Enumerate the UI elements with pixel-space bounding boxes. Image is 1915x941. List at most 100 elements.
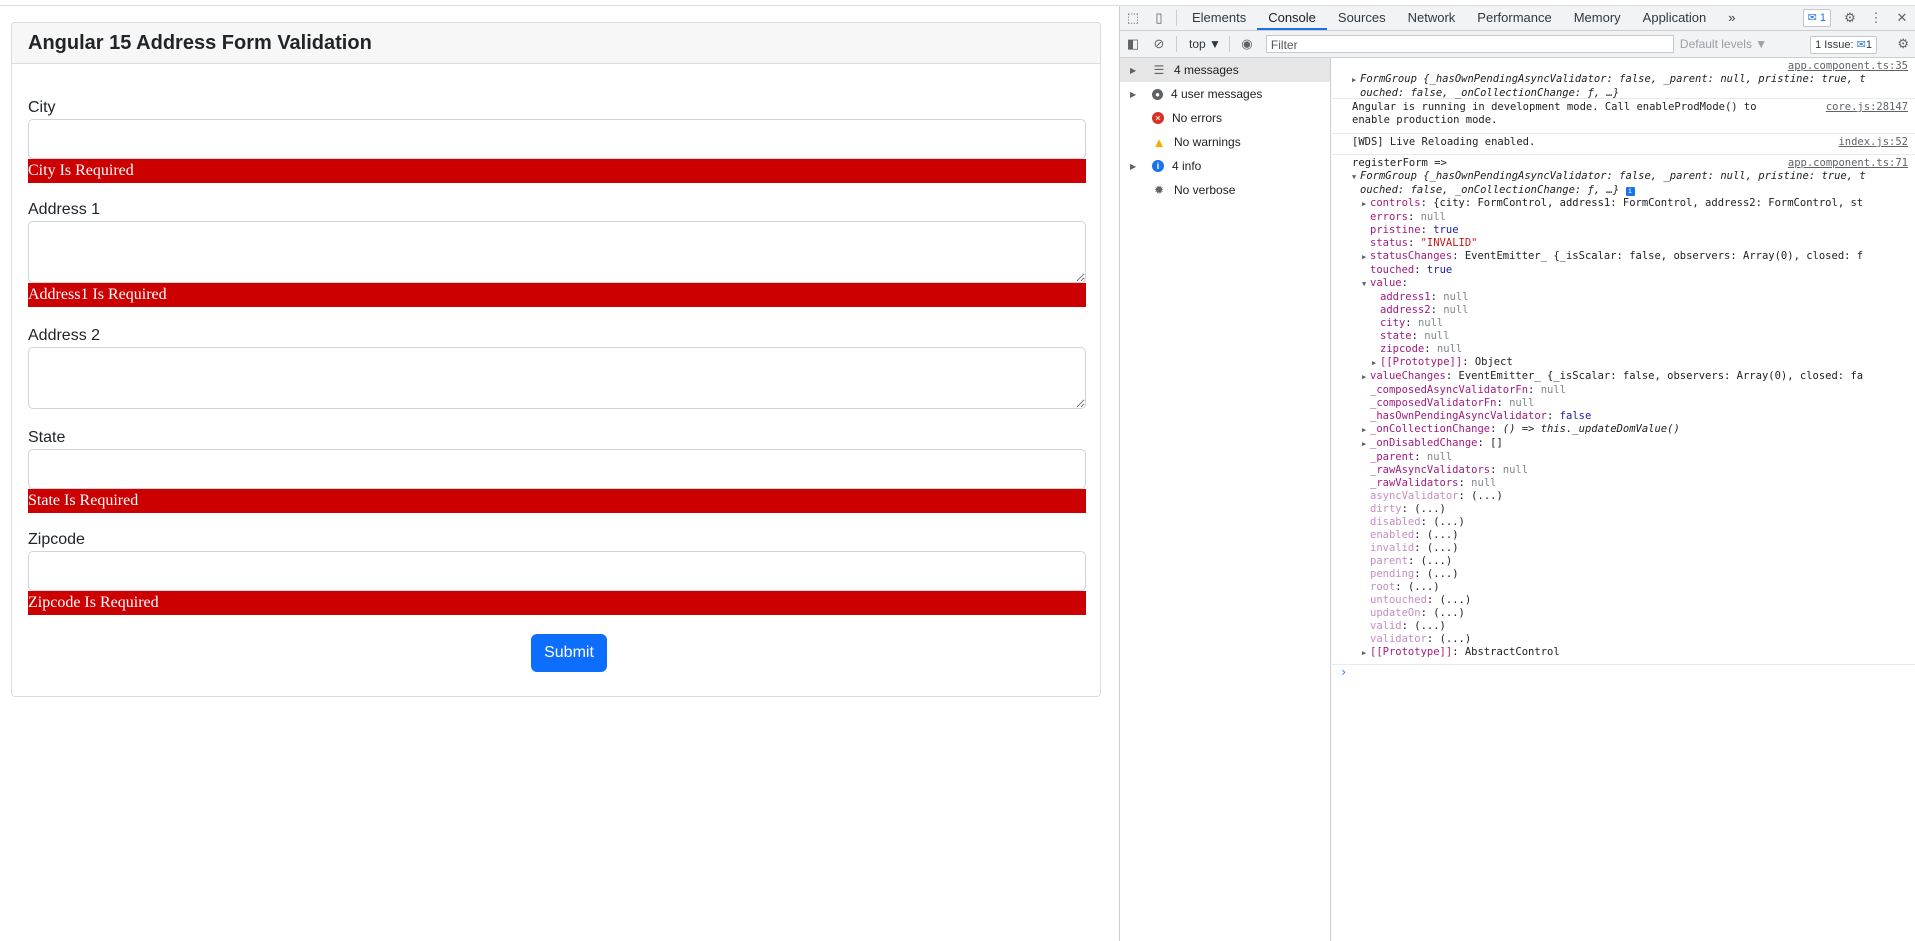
more-tabs-button[interactable]: »: [1717, 6, 1746, 30]
devtools-right-controls: ✉ 1 ⚙ ⋮ ✕: [1802, 6, 1915, 30]
context-selector[interactable]: top ▼: [1185, 37, 1225, 51]
console-settings-gear-icon[interactable]: ⚙: [1897, 36, 1909, 52]
property-value: null: [1443, 291, 1469, 303]
source-link[interactable]: app.component.ts:35: [1788, 60, 1908, 73]
filter-input[interactable]: Filter: [1265, 35, 1674, 53]
toolbar-separator: [1228, 36, 1230, 52]
source-link[interactable]: core.js:28147: [1826, 101, 1908, 114]
property-key: city: [1380, 317, 1406, 329]
source-link[interactable]: index.js:52: [1838, 136, 1908, 149]
property-value: true: [1433, 224, 1459, 236]
address1-field-group: Address 1 Address1 Is Required: [28, 199, 1086, 307]
object-property-row: address2: null: [1352, 304, 1912, 317]
city-input[interactable]: [28, 119, 1086, 159]
property-colon: :: [1411, 330, 1425, 342]
object-property-row[interactable]: ▶ statusChanges: EventEmitter_ {_isScalar…: [1352, 250, 1912, 264]
object-properties: ▶ controls: {city: FormControl, address1:…: [1352, 197, 1912, 660]
property-key: _composedAsyncValidatorFn: [1370, 384, 1529, 396]
sidebar-item-verbose[interactable]: ✹ No verbose: [1120, 178, 1330, 202]
device-toolbar-icon[interactable]: ▯: [1146, 6, 1172, 30]
console-prompt[interactable]: ›: [1330, 665, 1915, 679]
messages-badge[interactable]: ✉ 1: [1802, 9, 1831, 27]
object-property-row: validator: (...): [1352, 633, 1912, 646]
expand-arrow-icon: ▶: [1362, 253, 1367, 261]
property-colon: :: [1424, 343, 1437, 355]
property-colon: :: [1547, 410, 1560, 422]
property-value: (...): [1426, 529, 1459, 541]
property-colon: :: [1420, 607, 1434, 619]
sidebar-item-errors[interactable]: ✕ No errors: [1120, 106, 1330, 130]
property-value: null: [1426, 451, 1453, 463]
sidebar-item-label: 4 info: [1172, 159, 1202, 173]
property-value: (...): [1439, 633, 1472, 645]
object-property-row[interactable]: ▼ value:: [1352, 277, 1912, 291]
message-icon: ✉: [1807, 12, 1817, 24]
object-property-row[interactable]: ▶ controls: {city: FormControl, address1:…: [1352, 197, 1912, 211]
sidebar-item-messages[interactable]: ▶ ☰ 4 messages: [1120, 58, 1330, 82]
property-colon: :: [1401, 620, 1415, 632]
expand-arrow-icon: ▶: [1130, 161, 1137, 171]
issues-button[interactable]: 1 Issue: ✉1: [1810, 36, 1877, 54]
state-input[interactable]: [28, 449, 1086, 489]
expand-arrow-icon: ▶: [1362, 373, 1367, 381]
clear-console-icon[interactable]: ⊘: [1146, 32, 1172, 56]
object-property-row[interactable]: ▶ _onDisabledChange: []: [1352, 437, 1912, 451]
tab-network[interactable]: Network: [1397, 6, 1467, 30]
devtools-panel: ⬚ ▯ Elements Console Sources Network Per…: [1119, 6, 1915, 941]
submit-button[interactable]: Submit: [531, 634, 607, 672]
console-message: index.js:52 [WDS] Live Reloading enabled…: [1330, 134, 1915, 155]
tab-application[interactable]: Application: [1632, 6, 1718, 30]
property-value: (...): [1433, 516, 1465, 528]
settings-gear-icon[interactable]: ⚙: [1837, 6, 1863, 30]
console-output: app.component.ts:35 ▶ FormGroup {_hasOwnP…: [1330, 58, 1915, 941]
property-value: null: [1417, 317, 1444, 329]
source-link[interactable]: app.component.ts:71: [1788, 157, 1908, 170]
expand-arrow-icon: ▶: [1130, 65, 1137, 75]
card-header: Angular 15 Address Form Validation: [12, 23, 1100, 64]
object-property-row[interactable]: ▶ _onCollectionChange: () => this._update…: [1352, 423, 1912, 437]
property-value: (...): [1471, 490, 1503, 502]
sidebar-item-info[interactable]: ▶ i 4 info: [1120, 154, 1330, 178]
tab-sources[interactable]: Sources: [1327, 6, 1397, 30]
tab-console[interactable]: Console: [1257, 6, 1327, 30]
property-colon: :: [1414, 568, 1427, 580]
address1-textarea[interactable]: [28, 221, 1086, 283]
sidebar-toggle-icon[interactable]: ◧: [1120, 32, 1146, 56]
sidebar-item-warnings[interactable]: ▲ No warnings: [1120, 130, 1330, 154]
zipcode-input[interactable]: [28, 551, 1086, 591]
log-levels-dropdown[interactable]: Default levels ▼: [1680, 37, 1767, 51]
tab-elements[interactable]: Elements: [1181, 6, 1257, 30]
console-object-line[interactable]: ▼ FormGroup {_hasOwnPendingAsyncValidator…: [1352, 170, 1912, 184]
object-property-row[interactable]: ▶ [[Prototype]]: Object: [1352, 356, 1912, 370]
tab-performance[interactable]: Performance: [1466, 6, 1562, 30]
console-message: core.js:28147 Angular is running in deve…: [1330, 99, 1915, 134]
live-expression-eye-icon[interactable]: ◉: [1234, 32, 1260, 56]
object-property-row: parent: (...): [1352, 555, 1912, 568]
page-title: Angular 15 Address Form Validation: [28, 31, 372, 54]
sidebar-item-label: 4 user messages: [1171, 87, 1263, 101]
info-icon[interactable]: i: [1625, 187, 1635, 196]
sidebar-item-user-messages[interactable]: ▶ ● 4 user messages: [1120, 82, 1330, 106]
warning-icon: ▲: [1152, 134, 1166, 150]
expand-arrow-icon: ▶: [1130, 89, 1137, 99]
object-property-row: status: "INVALID": [1352, 237, 1912, 250]
object-property-row[interactable]: ▶ [[Prototype]]: AbstractControl: [1352, 646, 1912, 660]
tab-memory[interactable]: Memory: [1563, 6, 1632, 30]
object-property-row[interactable]: ▶ valueChanges: EventEmitter_ {_isScalar:…: [1352, 370, 1912, 384]
close-icon[interactable]: ✕: [1889, 6, 1915, 30]
state-error: State Is Required: [28, 489, 1086, 513]
object-property-row: disabled: (...): [1352, 516, 1912, 529]
kebab-menu-icon[interactable]: ⋮: [1863, 6, 1889, 30]
property-value: (...): [1420, 555, 1453, 567]
messages-count: 1: [1819, 12, 1826, 24]
sidebar-item-label: No warnings: [1174, 135, 1241, 149]
property-value: (...): [1407, 581, 1440, 593]
message-text-cont: enable production mode.: [1352, 114, 1498, 126]
inspect-element-icon[interactable]: ⬚: [1120, 6, 1146, 30]
property-key: zipcode: [1380, 343, 1425, 355]
console-message: app.component.ts:71 registerForm => ▼ For…: [1330, 155, 1915, 665]
address2-textarea[interactable]: [28, 347, 1086, 409]
property-value: EventEmitter_ {_isScalar: false, observe…: [1464, 250, 1864, 262]
property-value: true: [1426, 264, 1453, 276]
sidebar-item-label: No errors: [1172, 111, 1223, 125]
